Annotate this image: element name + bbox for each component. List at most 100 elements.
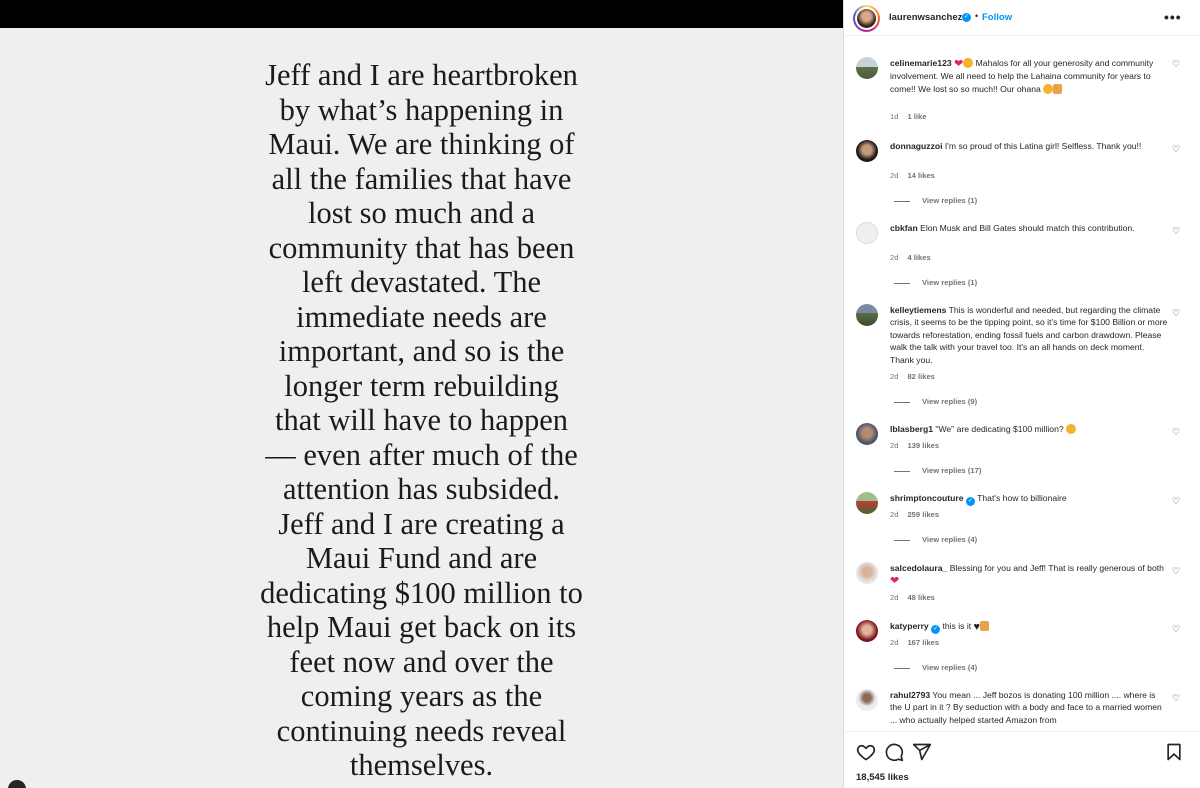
post-header: laurenwsanchez ✓ • Follow •••	[844, 0, 1200, 36]
statement-line: community that has been	[268, 230, 575, 265]
statement-line: by what’s happening in	[279, 92, 564, 127]
commenter-avatar[interactable]	[856, 492, 878, 514]
like-comment-heart-icon[interactable]: ♡	[1172, 693, 1180, 704]
like-comment-heart-icon[interactable]: ♡	[1172, 308, 1180, 319]
like-comment-heart-icon[interactable]: ♡	[1172, 427, 1180, 438]
share-icon[interactable]	[912, 742, 932, 762]
comment-text: kelleytiemens This is wonderful and need…	[890, 304, 1168, 366]
commenter-username[interactable]: donnaguzzoi	[890, 141, 943, 151]
commenter-username[interactable]: rahul2793	[890, 690, 930, 700]
commenter-avatar[interactable]	[856, 222, 878, 244]
commenter-username[interactable]: kelleytiemens	[890, 305, 946, 315]
verified-badge-icon: ✓	[962, 13, 971, 22]
like-comment-heart-icon[interactable]: ♡	[1172, 566, 1180, 577]
comment-meta: 2d 82 likes	[890, 372, 944, 381]
grimacing-face-emoji	[1066, 424, 1077, 434]
comment-likes[interactable]: 48 likes	[907, 593, 934, 602]
praying-hands-emoji	[980, 621, 990, 631]
like-comment-heart-icon[interactable]: ♡	[1172, 144, 1180, 155]
commenter-avatar[interactable]	[856, 140, 878, 162]
view-replies-button[interactable]: View replies (4)	[894, 663, 977, 672]
red-heart-emoji: ❤	[890, 575, 900, 588]
commenter-avatar[interactable]	[856, 689, 878, 711]
comment-age: 2d	[890, 171, 899, 180]
comment-meta: 2d 14 likes	[890, 171, 944, 180]
red-heart-emoji: ❤	[954, 58, 964, 70]
post-likes-count[interactable]: 18,545 likes	[856, 772, 909, 783]
statement-line: Jeff and I are heartbroken	[265, 58, 578, 92]
media-corner-button[interactable]	[8, 780, 26, 788]
comment-likes[interactable]: 139 likes	[907, 441, 939, 450]
heart-icon[interactable]	[856, 742, 876, 762]
comment-body: That's how to billionaire	[977, 493, 1067, 503]
comment-likes[interactable]: 167 likes	[907, 638, 939, 647]
comment-likes[interactable]: 14 likes	[907, 171, 934, 180]
comment-meta: 1d 1 like	[890, 112, 935, 121]
like-comment-heart-icon[interactable]: ♡	[1172, 496, 1180, 507]
comment-meta: 2d 48 likes	[890, 593, 944, 602]
commenter-avatar[interactable]	[856, 57, 878, 79]
comment-age: 2d	[890, 372, 899, 381]
commenter-avatar[interactable]	[856, 562, 878, 584]
statement-line: all the families that have	[271, 161, 572, 196]
view-replies-button[interactable]: View replies (1)	[894, 278, 977, 287]
commenter-username[interactable]: shrimptoncouture	[890, 493, 964, 503]
follow-button[interactable]: Follow	[982, 12, 1012, 23]
comment-likes[interactable]: 1 like	[907, 112, 926, 121]
post-panel: laurenwsanchez ✓ • Follow ••• celinemari…	[843, 0, 1200, 788]
statement-line: Maui Fund and are	[305, 541, 538, 575]
comment-text: salcedolaura_ Blessing for you and Jeff!…	[890, 562, 1168, 588]
commenter-avatar[interactable]	[856, 620, 878, 642]
media-statement-text: Jeff and I are heartbroken by what’s hap…	[210, 58, 633, 783]
comment-likes[interactable]: 4 likes	[907, 253, 930, 262]
statement-line: important, and so is the	[278, 334, 565, 368]
statement-line: lost so much and a	[307, 196, 536, 230]
commenter-username[interactable]: salcedolaura_	[890, 563, 947, 573]
like-comment-heart-icon[interactable]: ♡	[1172, 59, 1180, 70]
statement-line: Maui. We are thinking of	[268, 127, 575, 161]
statement-line: coming years as the	[300, 679, 543, 713]
comment-text: rahul2793 You mean ... Jeff bozos is don…	[890, 689, 1168, 726]
view-replies-button[interactable]: View replies (9)	[894, 397, 977, 406]
like-comment-heart-icon[interactable]: ♡	[1172, 226, 1180, 237]
comments-list[interactable]: celinemarie123 ❤ Mahalos for all your ge…	[844, 37, 1200, 731]
commenter-username[interactable]: cbkfan	[890, 223, 918, 233]
view-replies-button[interactable]: View replies (17)	[894, 466, 981, 475]
comment-body: Blessing for you and Jeff! That is reall…	[949, 563, 1164, 573]
praying-hands-emoji	[1053, 83, 1063, 94]
comment-age: 2d	[890, 253, 899, 262]
comment-text: shrimptoncouture ✓ That's how to billion…	[890, 492, 1168, 506]
comment-text: cbkfan Elon Musk and Bill Gates should m…	[890, 222, 1168, 234]
comment-body: Elon Musk and Bill Gates should match th…	[920, 223, 1135, 233]
comment-body: You mean ... Jeff bozos is donating 100 …	[890, 690, 1162, 725]
bookmark-icon[interactable]	[1164, 742, 1184, 762]
view-replies-button[interactable]: View replies (4)	[894, 535, 977, 544]
comment-body: I'm so proud of this Latina girl! Selfle…	[944, 141, 1142, 151]
comment-meta: 2d 259 likes	[890, 510, 948, 519]
verified-badge-icon: ✓	[965, 497, 975, 506]
author-username[interactable]: laurenwsanchez	[889, 12, 962, 23]
commenter-username[interactable]: celinemarie123	[890, 58, 952, 68]
statement-line: immediate needs are	[296, 299, 547, 334]
more-options-icon[interactable]: •••	[1164, 9, 1182, 25]
commenter-username[interactable]: lblasberg1	[890, 424, 933, 434]
comment-meta: 2d 139 likes	[890, 441, 948, 450]
commenter-avatar[interactable]	[856, 304, 878, 326]
comment-body: this is it	[942, 621, 972, 631]
view-replies-button[interactable]: View replies (1)	[894, 196, 977, 205]
separator-dot: •	[975, 11, 979, 21]
statement-line: continuing needs reveal	[276, 713, 567, 748]
comment-text: katyperry ✓ this is it ♥	[890, 620, 1168, 634]
statement-line: feet now and over the	[289, 644, 554, 679]
comment-icon[interactable]	[884, 742, 904, 762]
commenter-avatar[interactable]	[856, 423, 878, 445]
media-top-bar	[0, 0, 843, 28]
commenter-username[interactable]: katyperry	[890, 621, 929, 631]
comment-meta: 2d 167 likes	[890, 638, 948, 647]
author-avatar[interactable]	[853, 5, 880, 32]
comment-likes[interactable]: 259 likes	[907, 510, 939, 519]
comment-meta: 2d 4 likes	[890, 253, 940, 262]
heart-eyes-emoji	[1043, 83, 1054, 94]
like-comment-heart-icon[interactable]: ♡	[1172, 624, 1180, 635]
comment-likes[interactable]: 82 likes	[907, 372, 934, 381]
